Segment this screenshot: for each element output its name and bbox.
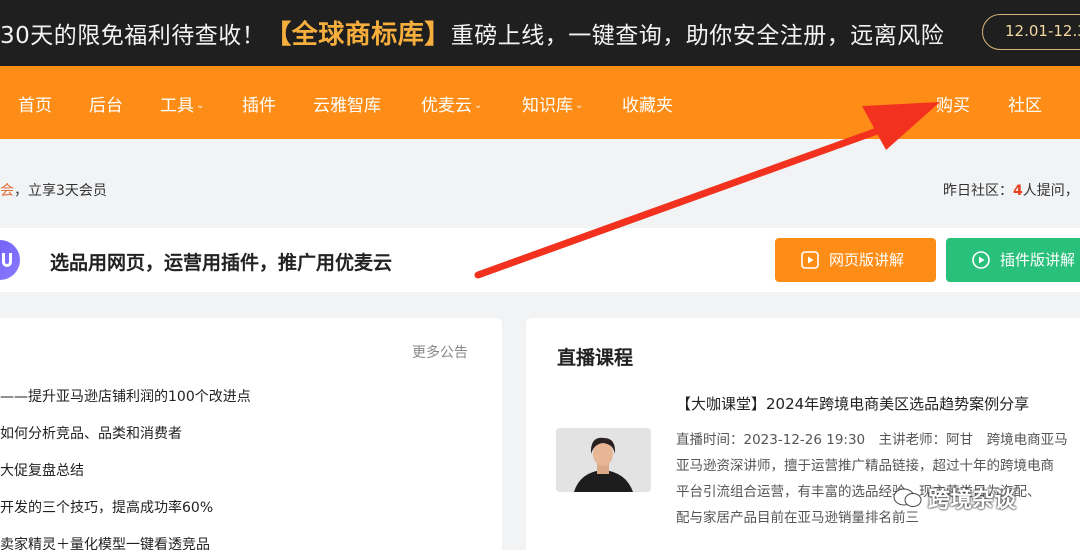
member-tip-text: ，立享3天会员 [14, 183, 107, 199]
promo-bar[interactable]: 30天的限免福利待查收！【全球商标库】重磅上线，一键查询，助你安全注册，远离风险… [0, 0, 1080, 66]
member-tip-prefix: 会 [0, 183, 14, 199]
nav-youmai-label: 优麦云 [421, 96, 472, 116]
main-nav: 首页 后台 工具 ⌄ 插件 云雅智库 优麦云 ⌄ 知识库 ⌄ 收藏夹 购买 社区 [0, 66, 1080, 139]
banner-title: 选品用网页，运营用插件，推广用优麦云 [50, 252, 393, 274]
member-tip[interactable]: 会，立享3天会员 [0, 180, 107, 200]
play-icon [972, 251, 990, 269]
course-meta-line: 直播时间：2023-12-26 19:30 主讲老师：阿甘 跨境电商亚马 [676, 432, 1068, 448]
guide-banner: 选品用网页，运营用插件，推广用优麦云 网页版讲解 插件版讲解 [0, 228, 1080, 292]
promo-text-lead: 30天的限免福利待查收！ [0, 23, 266, 49]
lecturer-photo[interactable] [556, 428, 651, 492]
announcement-item[interactable]: ——提升亚马逊店铺利润的100个改进点 [0, 386, 251, 406]
plugin-guide-button[interactable]: 插件版讲解 [946, 238, 1080, 282]
nav-knowledge[interactable]: 知识库 ⌄ [522, 91, 583, 116]
nav-tools[interactable]: 工具 ⌄ [160, 91, 204, 116]
lecturer-avatar-icon [556, 428, 651, 492]
chevron-down-icon: ⌄ [196, 100, 205, 111]
nav-favorites[interactable]: 收藏夹 [622, 91, 673, 116]
announcement-item[interactable]: 开发的三个技巧，提高成功率60% [0, 497, 213, 517]
nav-tools-label: 工具 [160, 96, 194, 116]
nav-youmai[interactable]: 优麦云 ⌄ [421, 91, 482, 116]
promo-text[interactable]: 30天的限免福利待查收！【全球商标库】重磅上线，一键查询，助你安全注册，远离风险 [0, 14, 944, 51]
nav-knowledge-label: 知识库 [522, 96, 573, 116]
announcement-item[interactable]: 如何分析竞品、品类和消费者 [0, 423, 182, 443]
promo-text-tail: 重磅上线，一键查询，助你安全注册，远离风险 [450, 23, 945, 49]
web-guide-label: 网页版讲解 [829, 251, 905, 269]
wechat-icon [893, 488, 922, 507]
nav-backend[interactable]: 后台 [89, 91, 123, 116]
nav-home[interactable]: 首页 [18, 91, 52, 116]
nav-buy[interactable]: 购买 [936, 91, 970, 116]
promo-date-badge[interactable]: 12.01-12.31 [982, 14, 1080, 50]
announcements-card: 更多公告 ——提升亚马逊店铺利润的100个改进点 如何分析竞品、品类和消费者 大… [0, 318, 502, 550]
community-stats-count: 4 [1013, 183, 1023, 199]
announcement-item[interactable]: 大促复盘总结 [0, 460, 84, 480]
announcement-item[interactable]: 卖家精灵＋量化模型一键看透竞品 [0, 534, 210, 550]
nav-community[interactable]: 社区 [1008, 91, 1042, 116]
youmai-logo [0, 240, 20, 280]
community-stats-suffix: 人提问， [1022, 183, 1079, 199]
nav-plugins[interactable]: 插件 [242, 91, 276, 116]
chevron-down-icon: ⌄ [474, 100, 483, 111]
chevron-down-icon: ⌄ [575, 100, 584, 111]
watermark-text: 跨境杂谈 [928, 488, 1017, 513]
course-meta-line: 配与家居产品目前在亚马逊销量排名前三 [676, 510, 919, 526]
course-title-link[interactable]: 【大咖课堂】2024年跨境电商美区选品趋势案例分享 [676, 393, 1029, 414]
course-meta-line: 亚马逊资深讲师，擅于运营推广精品链接，超过十年的跨境电商 [676, 458, 1054, 474]
web-guide-button[interactable]: 网页版讲解 [775, 238, 936, 282]
plugin-guide-label: 插件版讲解 [1000, 251, 1076, 269]
more-announcements-link[interactable]: 更多公告 [412, 342, 468, 362]
live-course-card: 直播课程 【大咖课堂】2024年跨境电商美区选品趋势案例分享 直播时间：2023… [526, 318, 1080, 550]
community-stats-label: 昨日社区： [943, 183, 1013, 199]
nav-yunya[interactable]: 云雅智库 [313, 91, 381, 116]
play-icon [801, 251, 819, 269]
community-stats: 昨日社区：4人提问， [943, 180, 1079, 200]
live-course-heading: 直播课程 [557, 347, 634, 369]
promo-highlight: 【全球商标库】 [265, 20, 451, 50]
